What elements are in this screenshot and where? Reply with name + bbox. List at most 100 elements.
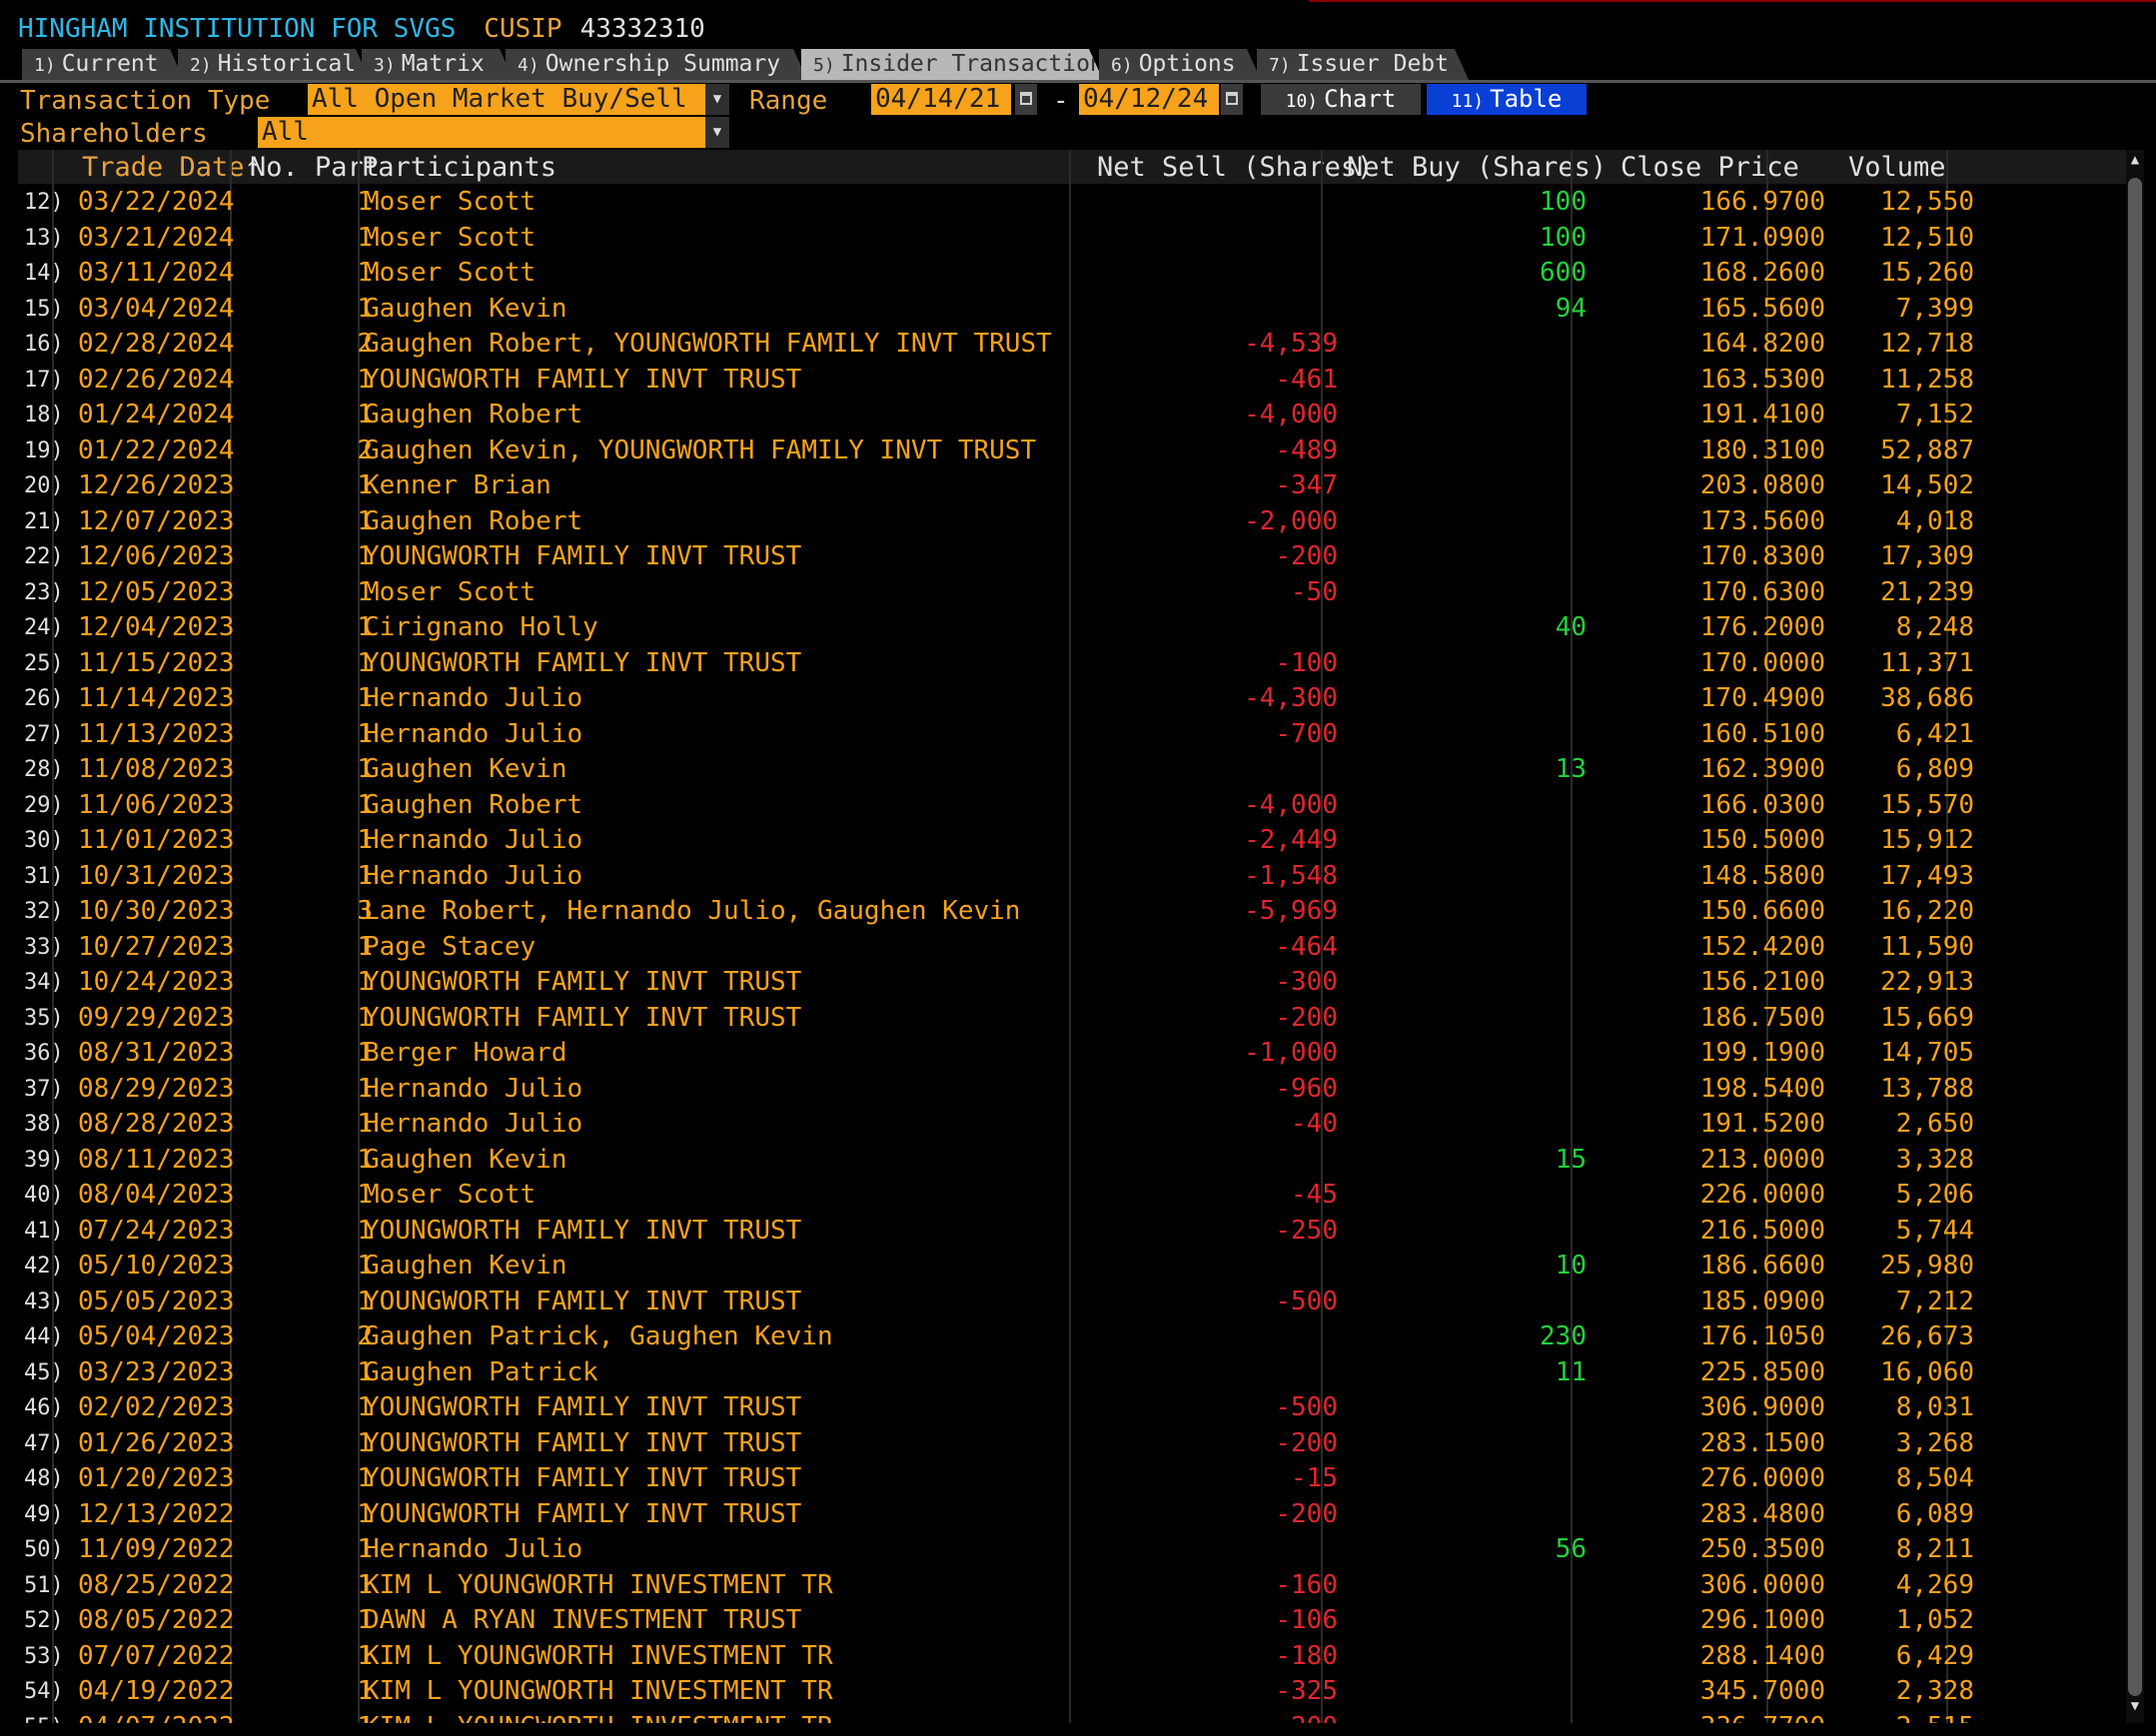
- col-header-net-sell[interactable]: Net Sell (Shares): [1097, 152, 1373, 183]
- table-row[interactable]: 21) 12/07/2023 1 Gaughen Robert -2,000 173.56…: [18, 504, 2126, 540]
- table-row[interactable]: 28) 11/08/2023 1 Gaughen Kevin 13 162.3900 6,8…: [18, 752, 2126, 788]
- row-number: 22): [24, 544, 64, 569]
- tab-insider-transactions[interactable]: 5) Insider Transactions: [801, 49, 1103, 80]
- table-row[interactable]: 27) 11/13/2023 1 Hernando Julio -700 160.5100…: [18, 717, 2126, 753]
- tab-current[interactable]: 1) Current: [22, 49, 184, 80]
- col-header-net-buy[interactable]: Net Buy (Shares): [1347, 152, 1607, 183]
- button-label: Chart: [1324, 85, 1397, 113]
- table-row[interactable]: 30) 11/01/2023 1 Hernando Julio -2,449 150.50…: [18, 823, 2126, 859]
- table-row[interactable]: 19) 01/22/2024 2 Gaughen Kevin, YOUNGWORTH …: [18, 434, 2126, 469]
- participants-cell: KIM L YOUNGWORTH INVESTMENT TR: [364, 1710, 833, 1724]
- col-header-no-part[interactable]: No. Part: [250, 152, 380, 183]
- shareholders-dropdown[interactable]: All: [258, 117, 707, 148]
- table-row[interactable]: 42) 05/10/2023 1 Gaughen Kevin 10 186.6600 25,…: [18, 1249, 2126, 1285]
- tab-options[interactable]: 6) Options: [1099, 49, 1261, 80]
- participants-cell: Hernando Julio: [364, 683, 583, 713]
- table-row[interactable]: 18) 01/24/2024 1 Gaughen Robert -4,000 191.41…: [18, 398, 2126, 434]
- table-row[interactable]: 35) 09/29/2023 1 YOUNGWORTH FAMILY INVT TRU…: [18, 1001, 2126, 1037]
- table-row[interactable]: 25) 11/15/2023 1 YOUNGWORTH FAMILY INVT TRU…: [18, 646, 2126, 682]
- range-end-input[interactable]: 04/12/24: [1079, 84, 1219, 115]
- range-start-input[interactable]: 04/14/21: [871, 84, 1011, 115]
- chevron-down-icon[interactable]: ▼: [705, 84, 729, 115]
- row-number: 49): [24, 1501, 64, 1527]
- col-header-participants[interactable]: Participants: [362, 152, 556, 183]
- table-row[interactable]: 16) 02/28/2024 2 Gaughen Robert, YOUNGWORTH…: [18, 327, 2126, 363]
- table-row[interactable]: 47) 01/26/2023 1 YOUNGWORTH FAMILY INVT TRU…: [18, 1426, 2126, 1462]
- table-row[interactable]: 44) 05/04/2023 2 Gaughen Patrick, Gaughen K…: [18, 1319, 2126, 1355]
- table-row[interactable]: 53) 07/07/2022 1 KIM L YOUNGWORTH INVESTMEN…: [18, 1639, 2126, 1675]
- table-row[interactable]: 32) 10/30/2023 3 Lane Robert, Hernando Juli…: [18, 894, 2126, 930]
- table-row[interactable]: 29) 11/06/2023 1 Gaughen Robert -4,000 166.03…: [18, 788, 2126, 824]
- trade-date-cell: 03/04/2024: [78, 293, 235, 324]
- calendar-icon[interactable]: [1015, 84, 1037, 115]
- table-row[interactable]: 31) 10/31/2023 1 Hernando Julio -1,548 148.58…: [18, 859, 2126, 895]
- table-row[interactable]: 37) 08/29/2023 1 Hernando Julio -960 198.5400…: [18, 1072, 2126, 1108]
- trade-date-cell: 12/26/2023: [78, 470, 235, 500]
- table-row[interactable]: 41) 07/24/2023 1 YOUNGWORTH FAMILY INVT TRU…: [18, 1214, 2126, 1250]
- table-row[interactable]: 46) 02/02/2023 1 YOUNGWORTH FAMILY INVT TRU…: [18, 1390, 2126, 1426]
- transaction-type-dropdown[interactable]: All Open Market Buy/Sell: [308, 84, 707, 115]
- scroll-down-icon[interactable]: ▼: [2126, 1698, 2144, 1720]
- table-row[interactable]: 23) 12/05/2023 1 Moser Scott -50 170.6300 21,2…: [18, 575, 2126, 611]
- table-row[interactable]: 50) 11/09/2022 1 Hernando Julio 56 250.3500 8,…: [18, 1532, 2126, 1568]
- tab-ownership-summary[interactable]: 4) Ownership Summary: [506, 49, 807, 80]
- table-row[interactable]: 26) 11/14/2023 1 Hernando Julio -4,300 170.49…: [18, 681, 2126, 717]
- table-row[interactable]: 33) 10/27/2023 1 Page Stacey -464 152.4200 11,…: [18, 930, 2126, 966]
- volume-cell: 6,089: [1895, 1498, 1974, 1529]
- trade-date-cell: 08/04/2023: [78, 1180, 235, 1210]
- close-price-cell: 345.7000: [1699, 1676, 1825, 1706]
- calendar-icon[interactable]: [1221, 84, 1243, 115]
- col-header-close-price[interactable]: Close Price: [1620, 152, 1799, 183]
- chevron-down-icon[interactable]: ▼: [705, 117, 729, 148]
- net-sell-cell: -50: [1291, 576, 1338, 607]
- row-number: 37): [24, 1076, 64, 1102]
- table-row[interactable]: 40) 08/04/2023 1 Moser Scott -45 226.0000 5,20…: [18, 1178, 2126, 1214]
- table-row[interactable]: 14) 03/11/2024 1 Moser Scott 600 168.2600 15,2…: [18, 256, 2126, 292]
- table-row[interactable]: 54) 04/19/2022 1 KIM L YOUNGWORTH INVESTMEN…: [18, 1674, 2126, 1710]
- close-price-cell: 170.4900: [1699, 683, 1825, 713]
- row-number: 32): [24, 899, 64, 924]
- tab-issuer-debt[interactable]: 7) Issuer Debt: [1257, 49, 1469, 80]
- col-header-volume[interactable]: Volume: [1848, 152, 1946, 183]
- table-row[interactable]: 39) 08/11/2023 1 Gaughen Kevin 15 213.0000 3,3…: [18, 1143, 2126, 1179]
- close-price-cell: 170.0000: [1699, 647, 1825, 678]
- close-price-cell: 296.1000: [1699, 1605, 1825, 1635]
- scroll-up-icon[interactable]: ▲: [2126, 152, 2144, 174]
- volume-cell: 13,788: [1880, 1073, 1974, 1104]
- volume-cell: 5,744: [1895, 1215, 1974, 1246]
- volume-cell: 11,590: [1880, 931, 1974, 962]
- table-row[interactable]: 24) 12/04/2023 1 Cirignano Holly 40 176.2000 8…: [18, 610, 2126, 646]
- table-row[interactable]: 12) 03/22/2024 1 Moser Scott 100 166.9700 12,5…: [18, 185, 2126, 221]
- table-row[interactable]: 15) 03/04/2024 1 Gaughen Kevin 94 165.5600 7,3…: [18, 292, 2126, 328]
- col-header-trade-date[interactable]: Trade Date↑: [82, 152, 261, 183]
- table-row[interactable]: 20) 12/26/2023 1 Kenner Brian -347 203.0800 14…: [18, 468, 2126, 504]
- trade-date-cell: 10/31/2023: [78, 860, 235, 891]
- table-view-button[interactable]: 11) Table: [1427, 84, 1587, 115]
- table-row[interactable]: 17) 02/26/2024 1 YOUNGWORTH FAMILY INVT TRU…: [18, 363, 2126, 399]
- table-row[interactable]: 45) 03/23/2023 1 Gaughen Patrick 11 225.8500 1…: [18, 1355, 2126, 1391]
- table-row[interactable]: 34) 10/24/2023 1 YOUNGWORTH FAMILY INVT TRU…: [18, 965, 2126, 1001]
- scrollbar-thumb[interactable]: [2128, 178, 2142, 1696]
- volume-cell: 26,673: [1880, 1321, 1974, 1351]
- table-row[interactable]: 13) 03/21/2024 1 Moser Scott 100 171.0900 12,5…: [18, 221, 2126, 257]
- table-row[interactable]: 51) 08/25/2022 1 KIM L YOUNGWORTH INVESTMEN…: [18, 1568, 2126, 1604]
- table-row[interactable]: 55)04/07/20221KIM L YOUNGWORTH INVESTMEN…: [18, 1710, 2126, 1724]
- net-sell-cell: -180: [1275, 1640, 1338, 1671]
- table-row[interactable]: 49) 12/13/2022 1 YOUNGWORTH FAMILY INVT TRU…: [18, 1497, 2126, 1533]
- table-row[interactable]: 43) 05/05/2023 1 YOUNGWORTH FAMILY INVT TRU…: [18, 1285, 2126, 1320]
- chart-view-button[interactable]: 10) Chart: [1261, 84, 1421, 115]
- table-row[interactable]: 48) 01/20/2023 1 YOUNGWORTH FAMILY INVT TRU…: [18, 1461, 2126, 1497]
- tab-matrix[interactable]: 3) Matrix: [362, 49, 514, 80]
- net-buy-cell: 100: [1540, 222, 1587, 253]
- volume-cell: 12,550: [1880, 187, 1974, 217]
- table-row[interactable]: 38) 08/28/2023 1 Hernando Julio -40 191.5200 2…: [18, 1107, 2126, 1143]
- table-row[interactable]: 22) 12/06/2023 1 YOUNGWORTH FAMILY INVT TRU…: [18, 539, 2126, 575]
- volume-cell: 22,913: [1880, 967, 1974, 997]
- volume-cell: 16,220: [1880, 896, 1974, 926]
- row-number: 28): [24, 757, 64, 782]
- tab-historical[interactable]: 2) Historical: [178, 49, 370, 80]
- close-price-cell: 170.6300: [1699, 576, 1825, 607]
- table-row[interactable]: 52) 08/05/2022 1 DAWN A RYAN INVESTMENT TRU…: [18, 1603, 2126, 1639]
- table-row[interactable]: 36) 08/31/2023 1 Berger Howard -1,000 199.190…: [18, 1036, 2126, 1072]
- net-sell-cell: -960: [1275, 1073, 1338, 1104]
